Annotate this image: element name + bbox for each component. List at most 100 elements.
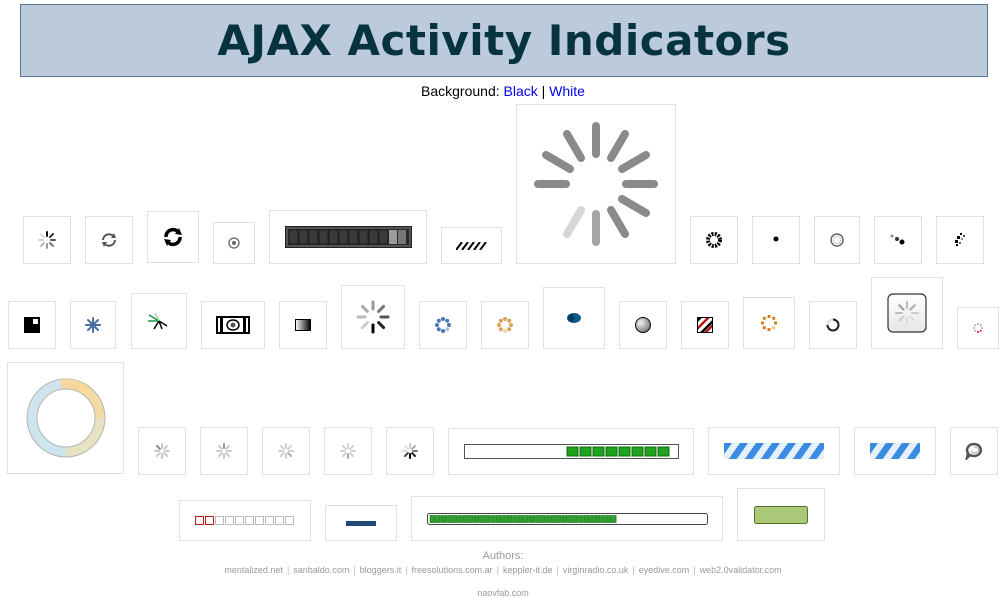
indicator-spinner-small-dark [23,216,71,264]
progress-segment [451,514,457,523]
progress-segment [544,514,550,523]
credit-separator: | [556,565,559,575]
author-credit-link[interactable]: virginradio.co.uk [563,565,629,575]
medium-spinner-icon [356,300,390,334]
pastel-circle-icon [26,378,105,458]
progress-segment [522,514,528,523]
author-credit-link[interactable]: freesolutions.com.ar [412,565,493,575]
progress-segment [500,514,506,523]
indicator-blue-stripe-bar-wide [708,427,840,475]
indicator-spinning-dots-dark [690,216,738,264]
author-credit-link[interactable]: bloggers.it [360,565,402,575]
indicator-orange-dot-ring [481,301,529,349]
progress-segment [440,514,446,523]
progress-segment [467,514,473,523]
indicator-arc-ring [809,301,857,349]
gray-sphere-icon [635,317,651,333]
indicator-three-dots-diagonal [874,216,922,264]
progress-segment [484,514,490,523]
green-block-bar-icon [463,444,679,459]
progress-segment [445,514,451,523]
tiny-red-ring-icon [973,323,983,333]
light-spinner-icon [154,443,170,459]
three-dots-icon [890,234,905,245]
progress-segment [588,514,594,523]
indicator-refresh-arrows-bold [147,211,199,263]
light-spinner-icon [340,443,356,459]
indicator-camera-frame [201,301,265,349]
progress-segment [533,514,539,523]
progress-segment [478,514,484,523]
credit-separator: | [353,565,356,575]
black-square-icon [24,317,40,333]
progress-segment [566,514,572,523]
background-separator: | [541,83,546,99]
chat-bubble-icon [965,442,983,460]
credit-separator: | [286,565,290,575]
blue-stripe-bar-icon [724,443,824,459]
indicator-orange-square-ring [743,297,795,349]
authors-heading: Authors: [482,550,524,562]
progress-segment [429,514,435,523]
progress-segment [550,514,556,523]
navy-dash-icon [346,520,376,526]
blue-dot-ring-icon [435,317,451,333]
indicator-blue-stripe-bar [854,427,936,475]
indicator-navy-dash [325,505,397,541]
indicator-black-square [8,301,56,349]
progress-segment [561,514,567,523]
progress-segment [506,514,512,523]
striped-square-icon [697,317,713,333]
refresh-icon [102,233,116,247]
indicator-light-spinner-2 [200,427,248,475]
progress-segment [555,514,561,523]
indicator-spinner-medium-gray [341,285,405,349]
light-spinner-icon [278,443,294,459]
indicator-green-progress-long [411,496,723,541]
indicator-rounded-box-spinner [871,277,943,349]
progress-segment [539,514,545,523]
indicator-dot-cluster [936,216,984,264]
indicator-blue-asterisk [70,301,116,349]
indicator-gray-sphere [619,301,667,349]
credit-separator: | [693,565,696,575]
light-spinner-icon [216,443,232,459]
author-credit-link[interactable]: keppler-it.de [503,565,553,575]
background-white-link[interactable]: White [549,83,585,99]
progress-segment [462,514,468,523]
orange-square-ring-icon [761,315,777,331]
indicator-refresh-arrows [85,216,133,264]
progress-segment [495,514,501,523]
spinner-icon [38,231,56,249]
indicator-light-spinner-1 [138,427,186,475]
indicator-tiny-red-ring [957,307,999,349]
indicator-clock-ring [814,216,860,264]
orange-dot-ring-icon [497,317,513,333]
author-credit-link[interactable]: web2.0validator.com [700,565,782,575]
blue-stripe-bar-icon [870,443,920,459]
dark-progress-bar [284,226,412,248]
indicator-target-dot [213,222,255,264]
rounded-box-spinner-icon [887,293,927,333]
target-icon [228,237,240,249]
progress-segment [528,514,534,523]
indicator-striped-bar [441,227,502,264]
author-credit-link[interactable]: mentalized.net [224,565,283,575]
indicator-light-spinner-4 [324,427,372,475]
progress-segment [583,514,589,523]
progress-segment [473,514,479,523]
indicator-blue-dot-ring [419,301,467,349]
indicator-dark-spinner-small [386,427,434,475]
author-credits: mentalized.net | sanbaldo.com | bloggers.it |… [0,565,1006,575]
indicator-red-square-bar [179,500,311,541]
green-burst-icon [148,312,168,330]
progress-segment [511,514,517,523]
asterisk-icon [85,317,101,333]
refresh-bold-icon [164,227,182,247]
arc-ring-icon [826,318,840,332]
red-square-bar-icon [194,516,294,525]
author-credit-link[interactable]: eyedive.com [639,565,690,575]
background-black-link[interactable]: Black [504,83,538,99]
author-credit-link[interactable]: sanbaldo.com [293,565,349,575]
progress-segment [572,514,578,523]
